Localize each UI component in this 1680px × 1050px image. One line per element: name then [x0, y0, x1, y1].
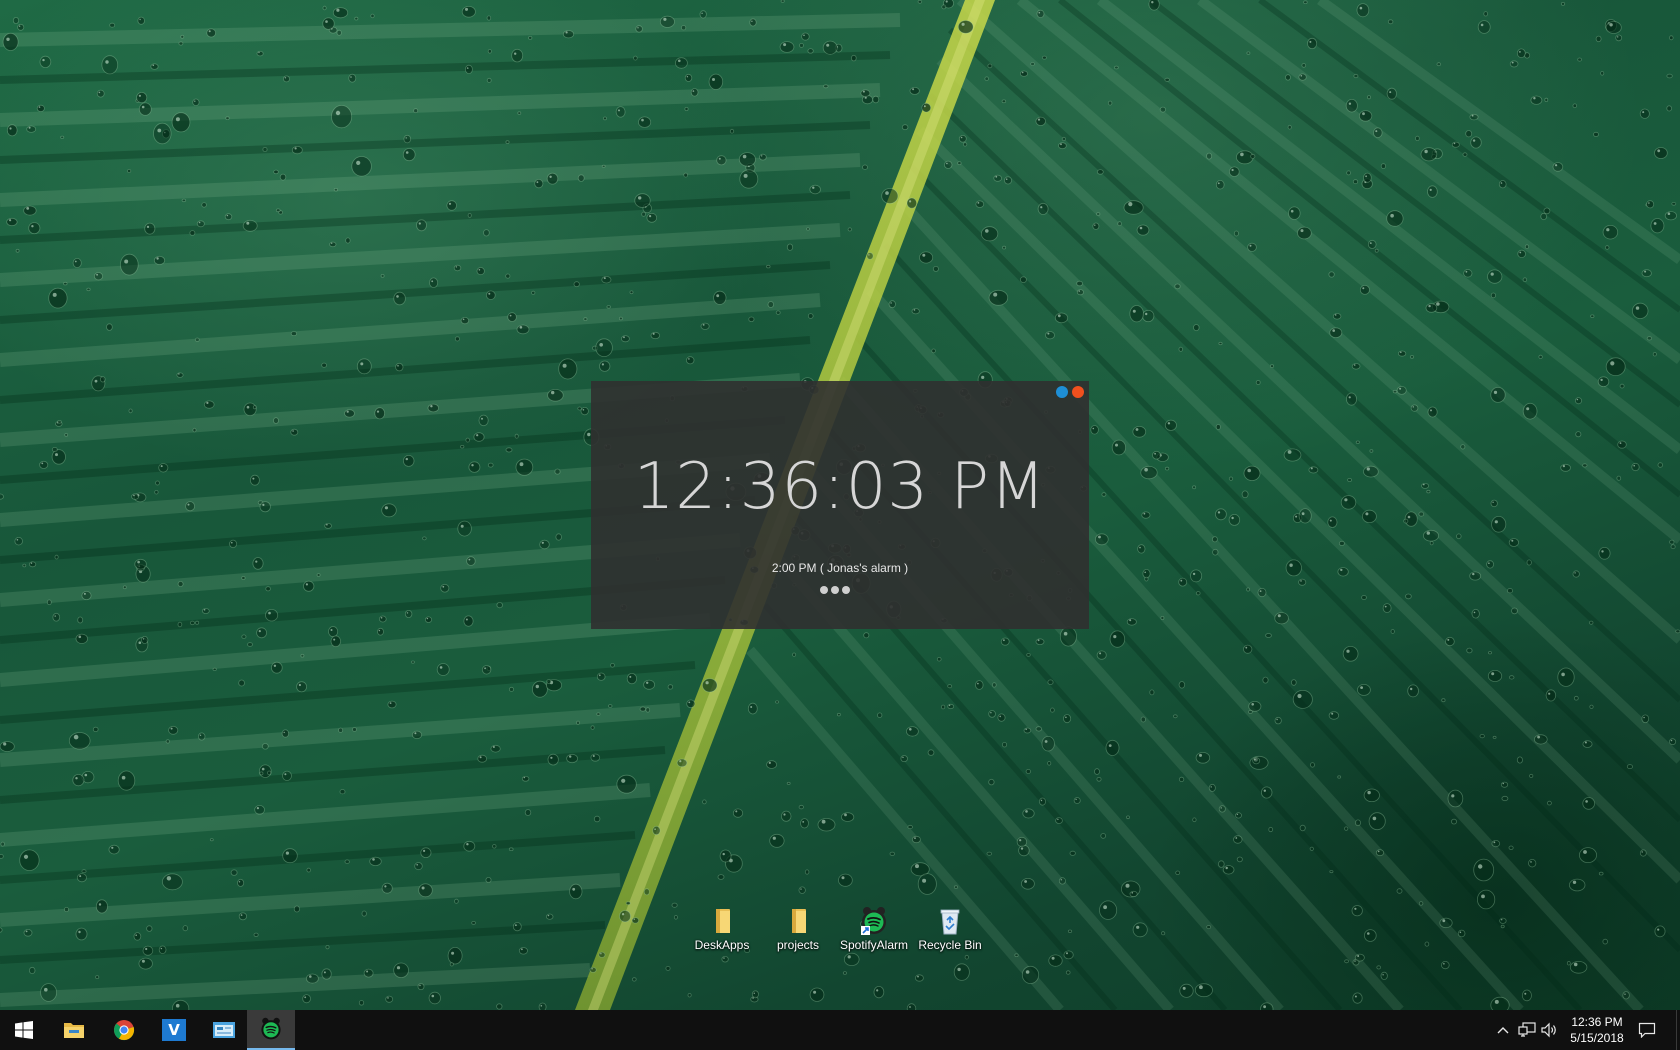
taskbar-chrome[interactable] — [100, 1010, 148, 1050]
desktop-icon-spotifyalarm[interactable]: SpotifyAlarm — [836, 906, 912, 962]
tray-time: 12:36 PM — [1571, 1015, 1623, 1029]
desktop-icon-label: SpotifyAlarm — [839, 938, 909, 952]
taskbar-file-explorer[interactable] — [50, 1010, 98, 1050]
action-center-notification-icon[interactable] — [1637, 1020, 1657, 1040]
dot — [820, 586, 828, 594]
clock-time-display: 12:36:03 PM — [633, 450, 1047, 524]
spotify-alarm-shortcut-icon — [859, 906, 889, 936]
start-button[interactable] — [0, 1010, 48, 1050]
minimize-button[interactable] — [1056, 386, 1068, 398]
desktop-icon-recycle-bin[interactable]: Recycle Bin — [912, 906, 988, 962]
desktop-icon-label: DeskApps — [694, 938, 750, 952]
clock-widget-window[interactable]: 12:36:03 PM 2:00 PM ( Jonas's alarm ) — [591, 381, 1089, 629]
taskbar: V 12:36 PM 5/15/2018 — [0, 1010, 1680, 1050]
recycle-bin-icon — [935, 906, 965, 936]
next-alarm-label: 2:00 PM ( Jonas's alarm ) — [771, 561, 909, 575]
taskbar-spotifyalarm[interactable] — [247, 1010, 295, 1050]
dot — [831, 586, 839, 594]
desktop-icon-projects[interactable]: projects — [760, 906, 836, 962]
folder-icon — [707, 906, 737, 936]
desktop-icon-label: projects — [776, 938, 820, 952]
desktop-icon-deskapps[interactable]: DeskApps — [684, 906, 760, 962]
tray-date: 5/15/2018 — [1570, 1031, 1624, 1045]
network-icon[interactable] — [1517, 1020, 1537, 1040]
dot — [842, 586, 850, 594]
show-hidden-icons-chevron-up-icon[interactable] — [1493, 1020, 1513, 1040]
file-explorer-icon — [64, 1023, 84, 1038]
desktop-icon-label: Recycle Bin — [918, 938, 982, 952]
spotify-alarm-icon — [261, 1017, 281, 1040]
close-button[interactable] — [1072, 386, 1084, 398]
taskbar-vscode[interactable]: V — [150, 1010, 198, 1050]
folder-icon — [783, 906, 813, 936]
chrome-icon — [113, 1020, 135, 1041]
windows-start-icon — [15, 1021, 33, 1039]
control-panel-icon — [213, 1022, 235, 1038]
vscode-icon: V — [162, 1019, 186, 1041]
taskbar-control-panel[interactable] — [200, 1010, 248, 1050]
more-options-button[interactable] — [820, 586, 850, 594]
taskbar-clock[interactable]: 12:36 PM 5/15/2018 — [1554, 1014, 1640, 1046]
show-desktop-button[interactable] — [1676, 1010, 1680, 1050]
